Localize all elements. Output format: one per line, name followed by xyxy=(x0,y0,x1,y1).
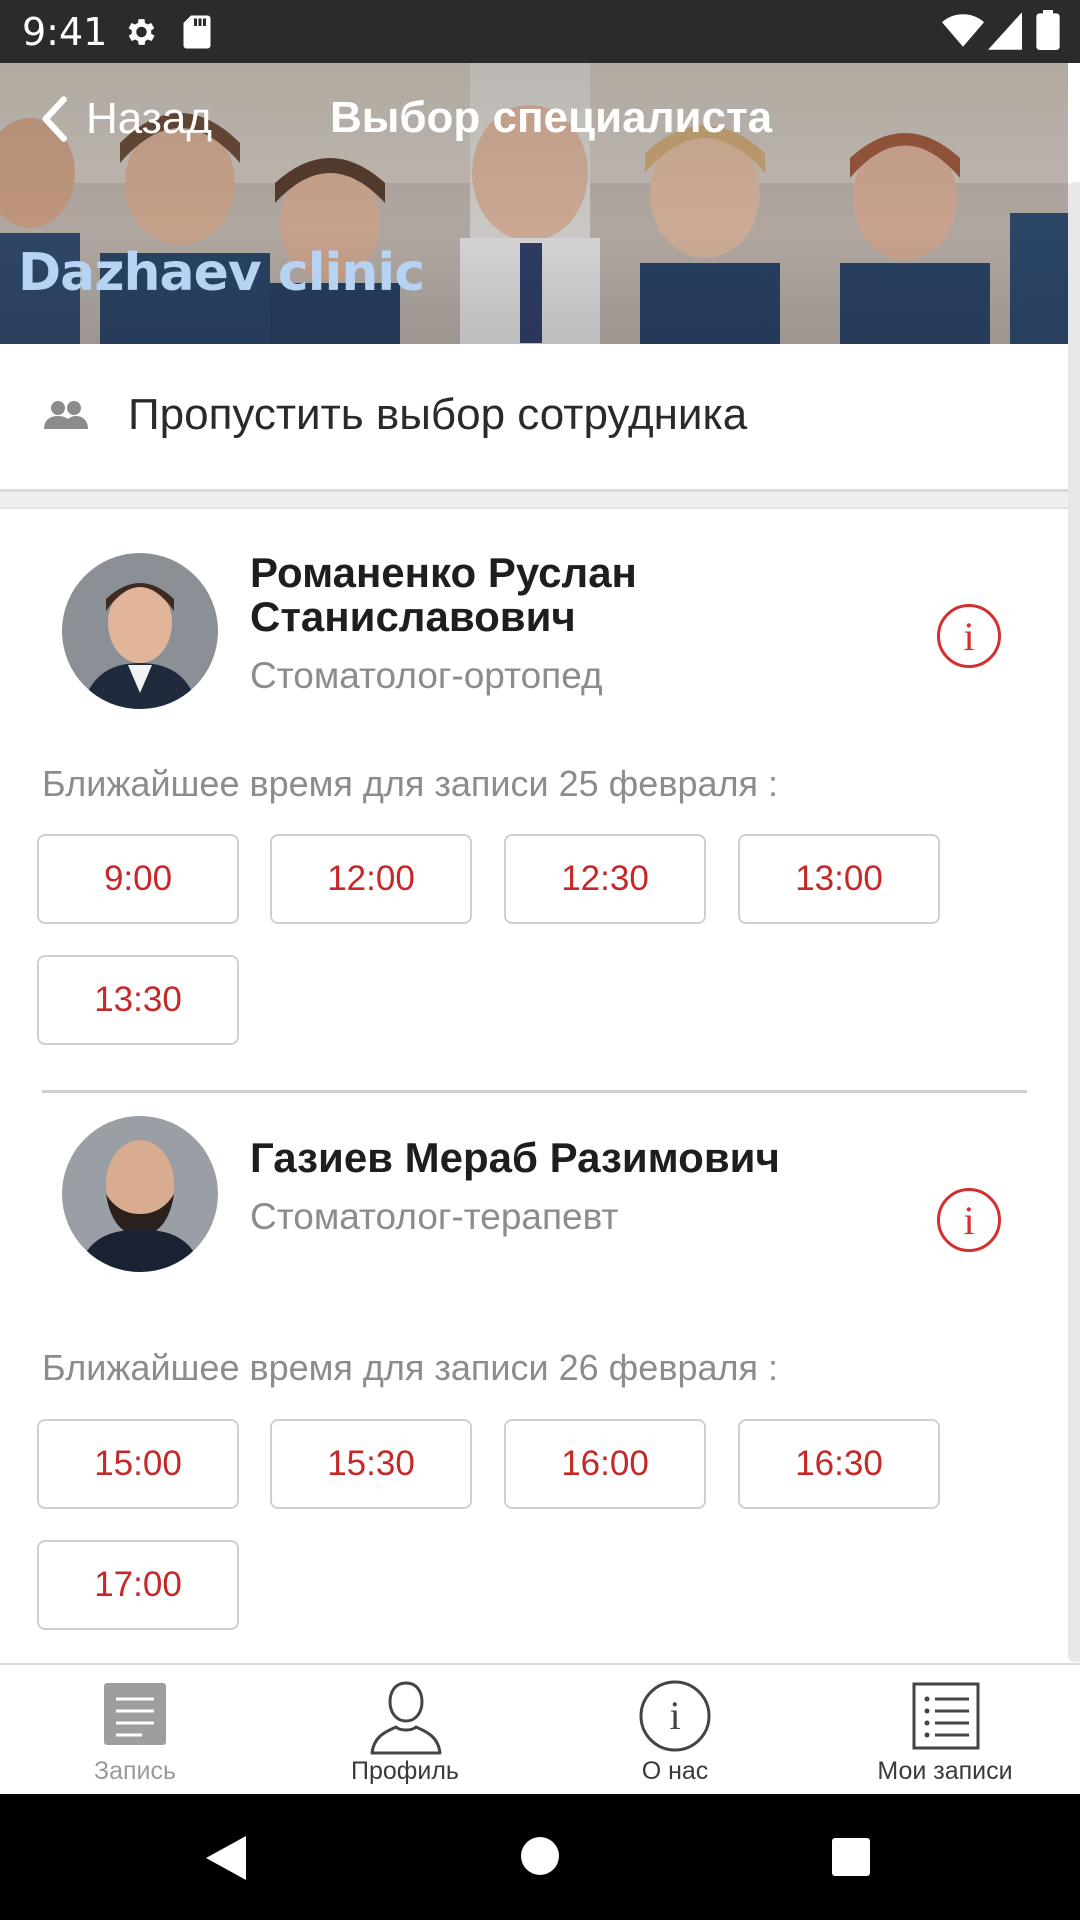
nav-item-my-bookings[interactable]: Мои записи xyxy=(810,1665,1080,1796)
svg-text:i: i xyxy=(669,1693,680,1738)
sd-card-icon xyxy=(183,15,211,49)
battery-icon xyxy=(1036,10,1060,50)
nav-item-about[interactable]: i О нас xyxy=(540,1665,810,1796)
wifi-icon xyxy=(942,14,984,47)
bottom-navigation: Запись Профиль i О нас Мои записи xyxy=(0,1663,1080,1794)
time-slot[interactable]: 9:00 xyxy=(37,834,239,924)
nearest-time-label: Ближайшее время для записи 25 февраля : xyxy=(42,763,778,804)
card-divider xyxy=(42,1090,1027,1093)
nav-label: О нас xyxy=(641,1757,709,1785)
specialist-name-line1: Газиев Мераб Разимович xyxy=(250,1134,780,1181)
nav-item-profile[interactable]: Профиль xyxy=(270,1665,540,1796)
nav-label: Профиль xyxy=(351,1757,459,1785)
skip-label: Пропустить выбор сотрудника xyxy=(128,390,748,439)
time-slot[interactable]: 12:00 xyxy=(270,834,472,924)
info-icon: i xyxy=(963,613,975,659)
signal-icon xyxy=(988,12,1022,50)
header-banner: Назад Выбор специалиста Dazhaev clinic xyxy=(0,63,1068,344)
specialist-name-line2: Станиславович xyxy=(250,593,576,640)
info-icon: i xyxy=(963,1197,975,1243)
person-icon xyxy=(370,1681,442,1755)
time-slot[interactable]: 17:00 xyxy=(37,1540,239,1630)
info-button[interactable]: i xyxy=(937,604,1001,668)
time-slot[interactable]: 12:30 xyxy=(504,834,706,924)
info-icon: i xyxy=(639,1680,711,1752)
back-button[interactable]: Назад xyxy=(40,89,212,149)
time-slot[interactable]: 15:30 xyxy=(270,1419,472,1509)
specialist-name: Газиев Мераб Разимович xyxy=(250,1136,850,1180)
status-time: 9:41 xyxy=(22,10,108,54)
status-bar: 9:41 xyxy=(0,0,1080,63)
time-slot[interactable]: 16:30 xyxy=(738,1419,940,1509)
nav-label: Мои записи xyxy=(877,1757,1013,1785)
settings-icon xyxy=(128,19,155,45)
specialist-name-line1: Романенко Руслан xyxy=(250,549,637,596)
time-slot[interactable]: 16:00 xyxy=(504,1419,706,1509)
nearest-time-label: Ближайшее время для записи 26 февраля : xyxy=(42,1347,778,1388)
time-slot[interactable]: 13:00 xyxy=(738,834,940,924)
document-icon xyxy=(104,1683,166,1745)
time-slot[interactable]: 13:30 xyxy=(37,955,239,1045)
avatar xyxy=(62,1116,218,1272)
chevron-left-icon xyxy=(42,96,67,142)
page-title: Выбор специалиста xyxy=(330,93,773,142)
clinic-name: Dazhaev clinic xyxy=(18,243,425,303)
recents-square-icon[interactable] xyxy=(831,1837,871,1877)
avatar xyxy=(62,553,218,709)
specialist-role: Стоматолог-ортопед xyxy=(250,655,603,696)
scrollbar[interactable] xyxy=(1068,182,1080,1662)
info-button[interactable]: i xyxy=(937,1188,1001,1252)
section-divider xyxy=(0,489,1068,509)
skip-employee-selection[interactable]: Пропустить выбор сотрудника xyxy=(0,344,1068,489)
nav-item-booking[interactable]: Запись xyxy=(0,1665,270,1796)
list-icon xyxy=(912,1682,980,1750)
back-label: Назад xyxy=(86,94,213,143)
group-icon xyxy=(44,401,88,429)
specialist-name: Романенко Руслан Станиславович xyxy=(250,551,850,639)
home-circle-icon[interactable] xyxy=(520,1836,560,1876)
system-navigation-bar xyxy=(0,1794,1080,1920)
specialist-role: Стоматолог-терапевт xyxy=(250,1196,619,1237)
time-slot[interactable]: 15:00 xyxy=(37,1419,239,1509)
nav-label: Запись xyxy=(93,1757,177,1785)
back-triangle-icon[interactable] xyxy=(204,1834,248,1882)
